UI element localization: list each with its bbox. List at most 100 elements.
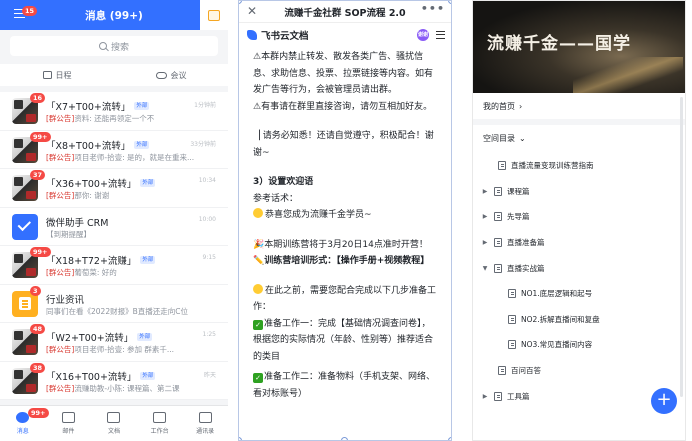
chat-title: 「W2+T00+流转」 bbox=[46, 333, 134, 344]
chat-title: 微伴助手 CRM bbox=[46, 217, 109, 229]
chat-title: 行业资讯 bbox=[46, 294, 85, 306]
resize-handle[interactable] bbox=[239, 437, 242, 440]
chat-preview: [群公告]流赚助教-小陈: 课程篇、第二课 bbox=[46, 383, 180, 393]
unread-badge: 16 bbox=[30, 93, 46, 103]
outline-menu-icon[interactable] bbox=[436, 31, 445, 39]
meeting-button[interactable]: 会议 bbox=[114, 64, 228, 86]
crm-check-icon bbox=[12, 213, 38, 240]
chevron-right-icon: › bbox=[519, 101, 523, 111]
user-avatar[interactable]: 谢谢 bbox=[417, 29, 429, 41]
wiki-panel: 流赚千金——国学 我的首页 › 空间目录 ⌄ 直播流量变现训练营指南 ▶ 课程篇 ▶ 先… bbox=[472, 0, 686, 441]
external-tag: 外部 bbox=[134, 140, 150, 149]
chat-title: 「X36+T00+流转」 bbox=[46, 179, 137, 190]
tree-item[interactable]: NO3.常见直播间内容 bbox=[473, 332, 685, 358]
grid-icon bbox=[153, 412, 167, 423]
collapse-arrow-icon[interactable]: ▼ bbox=[481, 265, 489, 272]
brand-name: 飞书云文档 bbox=[261, 31, 309, 42]
document-icon bbox=[494, 391, 502, 401]
tree-item[interactable]: ▼ 直播实战篇 bbox=[473, 255, 685, 281]
document-header: ✕ 流赚千金社群 SOP流程 2.0 ••• bbox=[239, 1, 451, 23]
chat-time: 昨天 bbox=[203, 371, 216, 379]
body-text: ✓ 准备工作一：完成【基础情况调查问卷】，根据您的实际情况（年龄、性别等）推荐适合… bbox=[253, 318, 434, 362]
tree-item[interactable]: ▶ 直播准备篇 bbox=[473, 230, 685, 256]
quick-actions: 日程 会议 bbox=[0, 64, 228, 86]
calendar-icon bbox=[42, 71, 52, 79]
tab-contacts[interactable]: 通讯录 bbox=[182, 406, 228, 441]
wiki-title: 流赚千金——国学 bbox=[487, 34, 631, 54]
chat-preview: [群公告]葡萄菜: 好的 bbox=[46, 268, 117, 277]
body-text: 参考话术： bbox=[253, 193, 299, 204]
wiki-cover: 流赚千金——国学 bbox=[473, 1, 685, 93]
tree-item[interactable]: NO2.拆解直播间和复盘 bbox=[473, 307, 685, 333]
tree-item[interactable]: 百问百答 bbox=[473, 358, 685, 384]
tab-messages[interactable]: 99+ 消息 bbox=[0, 406, 49, 441]
tree-item[interactable]: ▶ 先导篇 bbox=[473, 204, 685, 230]
chat-item[interactable]: 37 「X36+T00+流转」 外部 [群公告]那你: 谢谢 10:34 bbox=[0, 169, 228, 208]
chat-time: 9:15 bbox=[202, 254, 216, 261]
tab-docs[interactable]: 文档 bbox=[91, 406, 137, 441]
unread-badge: 38 bbox=[30, 362, 46, 373]
contacts-icon bbox=[198, 412, 212, 423]
messages-header: 15 消息 (99+) bbox=[0, 0, 228, 30]
chat-item[interactable]: 微伴助手 CRM 【到期提醒】 10:00 bbox=[0, 208, 228, 246]
chat-preview: [群公告]那你: 谢谢 bbox=[46, 191, 110, 200]
chat-title: 「X18+T72+流赚」 bbox=[46, 256, 137, 267]
resize-handle[interactable] bbox=[448, 1, 451, 4]
document-icon bbox=[494, 186, 502, 196]
chat-time: 1:25 bbox=[202, 331, 216, 338]
expand-arrow-icon[interactable]: ▶ bbox=[481, 188, 489, 195]
expand-arrow-icon[interactable]: ▶ bbox=[481, 213, 489, 220]
bottom-tab-bar: 99+ 消息 邮件 文档 工作台 通讯录 bbox=[0, 405, 228, 441]
document-icon bbox=[494, 238, 502, 248]
body-text: 在此之前，需要您配合完成以下几步准备工作： bbox=[253, 283, 437, 312]
messages-title: 消息 (99+) bbox=[85, 9, 143, 22]
document-title: 流赚千金社群 SOP流程 2.0 bbox=[284, 7, 406, 19]
chat-time: 10:34 bbox=[198, 177, 216, 184]
document-icon bbox=[508, 289, 516, 299]
resize-handle[interactable] bbox=[448, 437, 451, 440]
space-directory[interactable]: 空间目录 ⌄ bbox=[473, 125, 685, 151]
expand-arrow-icon[interactable]: ▶ bbox=[481, 393, 489, 400]
body-text: 🎉本期训练营将于3月20日14点准时开营！ bbox=[253, 239, 428, 250]
tree-item[interactable]: NO1.底层逻辑和起号 bbox=[473, 281, 685, 307]
document-icon bbox=[498, 161, 506, 171]
chat-time: 10:00 bbox=[198, 215, 216, 223]
video-icon bbox=[155, 71, 167, 79]
tree-item[interactable]: 直播流量变现训练营指南 bbox=[473, 153, 685, 179]
menu-badge: 15 bbox=[22, 6, 38, 16]
chat-item[interactable]: 48 「W2+T00+流转」 外部 [群公告]项目老师-拾壹: 参加 群素千...… bbox=[0, 323, 228, 362]
messages-panel: 15 消息 (99+) 搜索 日程 会议 16 「X7+T00+流转」 外部 [群… bbox=[0, 0, 228, 441]
chat-title: 「X8+T00+流转」 bbox=[46, 140, 131, 152]
chat-item[interactable]: 99+ 「X8+T00+流转」 外部 [群公告]项目老师-拾壹: 是的，就是在重来… bbox=[0, 131, 228, 169]
tab-workplace[interactable]: 工作台 bbox=[137, 406, 183, 441]
floating-window-icon[interactable] bbox=[200, 0, 228, 30]
close-icon[interactable]: ✕ bbox=[247, 4, 257, 18]
add-button[interactable]: + bbox=[651, 388, 677, 414]
chat-item[interactable]: 3 行业资讯 同事们在看《2022财报》B直播还走向C位 bbox=[0, 285, 228, 323]
chat-item[interactable]: 38 「X16+T00+流转」 外部 [群公告]流赚助教-小陈: 课程篇、第二课 … bbox=[0, 362, 228, 400]
more-icon[interactable]: ••• bbox=[421, 2, 445, 15]
body-text: ✏️训练营培训形式：【操作手册+视频教程】 bbox=[253, 256, 430, 266]
unread-badge: 48 bbox=[30, 324, 46, 334]
external-tag: 外部 bbox=[134, 102, 150, 110]
document-icon bbox=[508, 314, 516, 324]
tree-item[interactable]: ▶ 课程篇 bbox=[473, 179, 685, 205]
calendar-button[interactable]: 日程 bbox=[0, 64, 114, 86]
chat-time: 33分钟前 bbox=[190, 140, 216, 148]
chat-title: 「X7+T00+流转」 bbox=[46, 102, 131, 113]
chat-item[interactable]: 99+ 「X18+T72+流赚」 外部 [群公告]葡萄菜: 好的 9:15 bbox=[0, 246, 228, 285]
section-heading: 3）设置欢迎语 bbox=[253, 177, 314, 187]
expand-arrow-icon[interactable]: ▶ bbox=[481, 239, 489, 246]
checkbox-icon: ✓ bbox=[253, 373, 263, 383]
chat-preview: [群公告]项目老师-拾壹: 参加 群素千... bbox=[46, 345, 175, 354]
tab-mail[interactable]: 邮件 bbox=[46, 406, 92, 441]
chat-item[interactable]: 16 「X7+T00+流转」 外部 [群公告]资料: 还能再领定一个不 1分钟前 bbox=[0, 92, 228, 131]
chat-preview: [群公告]项目老师-拾壹: 是的，就是在重来... bbox=[46, 152, 195, 162]
my-home-link[interactable]: 我的首页 › bbox=[473, 93, 685, 119]
search-input[interactable]: 搜索 bbox=[10, 36, 218, 56]
resize-handle[interactable] bbox=[341, 437, 348, 440]
scrollbar[interactable] bbox=[680, 97, 683, 397]
chat-list: 16 「X7+T00+流转」 外部 [群公告]资料: 还能再领定一个不 1分钟前 … bbox=[0, 92, 228, 400]
feishu-docs-logo-icon bbox=[247, 30, 257, 40]
external-tag: 外部 bbox=[140, 371, 156, 380]
